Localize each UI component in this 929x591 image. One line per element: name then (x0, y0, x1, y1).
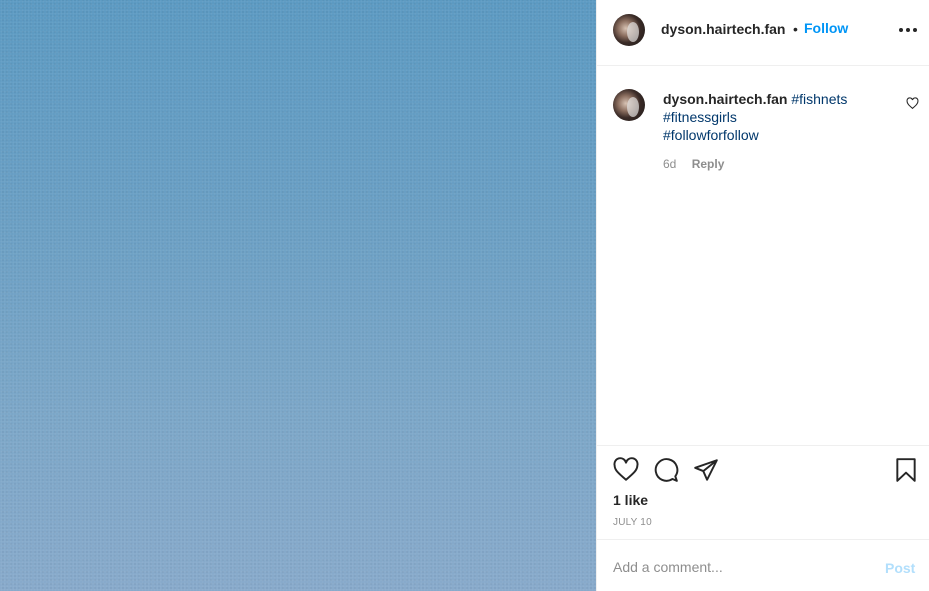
hashtag-link[interactable]: #fitnessgirls (663, 109, 737, 125)
header-separator: • (793, 21, 798, 37)
comment-input[interactable] (613, 556, 863, 578)
send-icon[interactable] (693, 457, 719, 483)
follow-button[interactable]: Follow (804, 20, 848, 36)
post-side-panel: dyson.hairtech.fan • Follow dyson.hairte… (596, 0, 929, 591)
comment-icon[interactable] (653, 457, 679, 483)
like-count[interactable]: 1 like (613, 492, 648, 508)
post-comment-button[interactable]: Post (885, 560, 915, 576)
add-comment-bar: Post (597, 539, 929, 591)
hashtag-link[interactable]: #followforfollow (663, 127, 759, 143)
small-heart-icon[interactable] (906, 97, 919, 110)
author-username[interactable]: dyson.hairtech.fan (661, 21, 785, 37)
comment-text: dyson.hairtech.fan #fishnets #fitnessgir… (663, 90, 903, 144)
media-texture (0, 0, 596, 591)
post-header: dyson.hairtech.fan • Follow (597, 0, 929, 66)
post-media[interactable] (0, 0, 596, 591)
hashtag-link[interactable]: #fishnets (791, 91, 847, 107)
post-date[interactable]: JULY 10 (613, 517, 652, 528)
heart-icon[interactable] (613, 457, 639, 483)
more-options-icon[interactable] (899, 22, 917, 38)
comment-meta: 6d Reply (663, 157, 724, 171)
caption-comment: dyson.hairtech.fan #fishnets #fitnessgir… (597, 66, 929, 446)
bookmark-icon[interactable] (893, 457, 919, 483)
author-avatar[interactable] (613, 14, 645, 46)
comment-author-avatar[interactable] (613, 89, 645, 121)
comment-username[interactable]: dyson.hairtech.fan (663, 91, 787, 107)
action-bar: 1 like JULY 10 (597, 445, 929, 539)
comment-age[interactable]: 6d (663, 157, 676, 171)
reply-button[interactable]: Reply (692, 157, 725, 171)
